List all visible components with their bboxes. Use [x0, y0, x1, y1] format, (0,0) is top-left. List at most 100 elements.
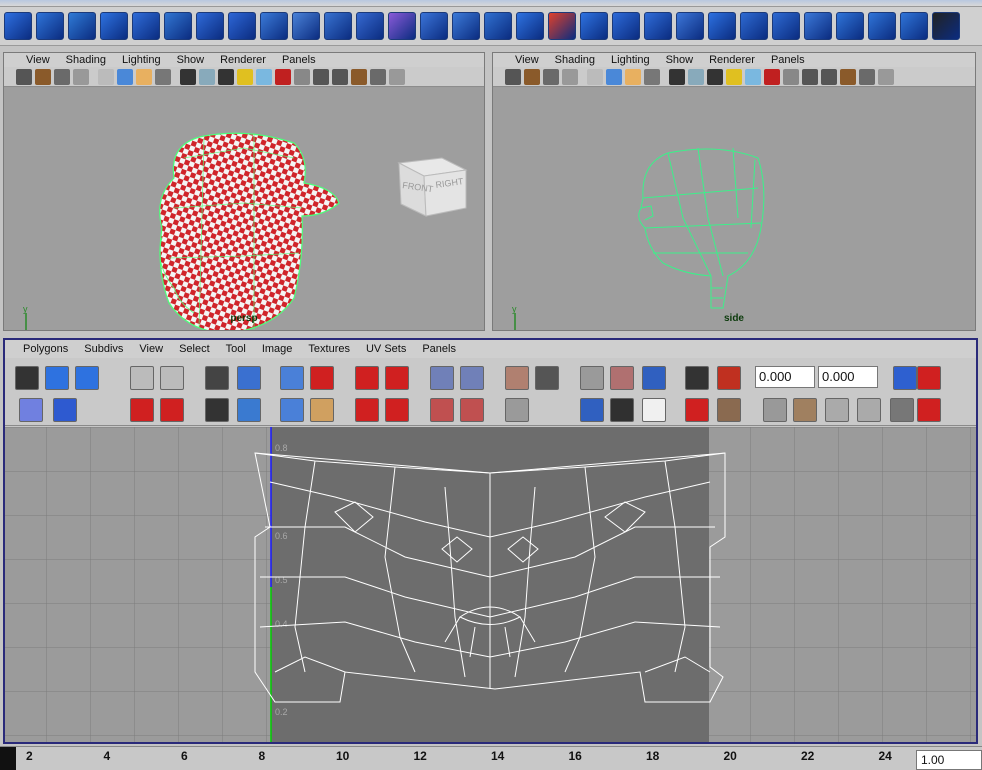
side-menu-shading[interactable]: Shading [547, 53, 603, 67]
extrude-icon[interactable] [612, 12, 640, 40]
extract-icon[interactable] [324, 12, 352, 40]
side-head-wireframe[interactable] [638, 147, 765, 309]
torus-icon[interactable] [132, 12, 160, 40]
side-canvas[interactable]: y z side [493, 88, 975, 330]
uv-tool-13-icon[interactable] [460, 366, 484, 390]
uv-menu-select[interactable]: Select [171, 343, 218, 355]
persp-tool-16-icon[interactable] [313, 68, 329, 85]
persp-menu-shading[interactable]: Shading [58, 53, 114, 67]
uv-tool-18-icon[interactable] [642, 366, 666, 390]
side-tool-4-icon[interactable] [562, 68, 578, 85]
side-tool-8-icon[interactable] [644, 68, 660, 85]
side-tool-3-icon[interactable] [543, 68, 559, 85]
side-menu-show[interactable]: Show [658, 53, 702, 67]
uv-tool-38-icon[interactable] [642, 398, 666, 422]
side-tool-5-icon[interactable] [587, 68, 603, 85]
uv-tool-4-icon[interactable] [130, 366, 154, 390]
shelf-tab-strip[interactable] [0, 0, 982, 7]
side-tool-17-icon[interactable] [821, 68, 837, 85]
uv-tool-31-icon[interactable] [355, 398, 379, 422]
checker-icon[interactable] [932, 12, 960, 40]
v-value-field[interactable]: 0.000 [818, 366, 878, 388]
persp-tool-6-icon[interactable] [117, 68, 133, 85]
side-tool-6-icon[interactable] [606, 68, 622, 85]
time-slider[interactable]: 2 4 6 8 10 12 14 16 18 20 22 24 1.00 [0, 746, 982, 770]
combine-icon[interactable] [260, 12, 288, 40]
persp-tool-1-icon[interactable] [16, 68, 32, 85]
side-tool-9-icon[interactable] [669, 68, 685, 85]
uv-tool-26-icon[interactable] [160, 398, 184, 422]
uv-tool-43-icon[interactable] [825, 398, 849, 422]
persp-tool-17-icon[interactable] [332, 68, 348, 85]
cone-icon[interactable] [68, 12, 96, 40]
uv-menu-textures[interactable]: Textures [300, 343, 358, 355]
uv-menu-uv-sets[interactable]: UV Sets [358, 343, 414, 355]
uv-tool-41-icon[interactable] [763, 398, 787, 422]
current-time-marker[interactable] [0, 747, 16, 770]
plane-icon[interactable] [100, 12, 128, 40]
side-menu-view[interactable]: View [507, 53, 547, 67]
uv-tool-28-icon[interactable] [237, 398, 261, 422]
uv-tool-27-icon[interactable] [205, 398, 229, 422]
separate-icon[interactable] [292, 12, 320, 40]
persp-tool-14-icon[interactable] [275, 68, 291, 85]
uv-tool-22-icon[interactable] [917, 366, 941, 390]
uv-tool-35-icon[interactable] [505, 398, 529, 422]
uv-tool-21-icon[interactable] [893, 366, 917, 390]
side-tool-12-icon[interactable] [726, 68, 742, 85]
persp-tool-18-icon[interactable] [351, 68, 367, 85]
pyramid-icon[interactable] [164, 12, 192, 40]
uv-tool-44-icon[interactable] [857, 398, 881, 422]
persp-viewport[interactable]: View Shading Lighting Show Renderer Pane… [3, 52, 485, 331]
checkered-head-mesh[interactable] [159, 132, 340, 330]
uv-tool-7-icon[interactable] [237, 366, 261, 390]
uv-menu-view[interactable]: View [131, 343, 171, 355]
persp-menu-view[interactable]: View [18, 53, 58, 67]
uv-tool-9-icon[interactable] [310, 366, 334, 390]
side-tool-19-icon[interactable] [859, 68, 875, 85]
uv-tool-40-icon[interactable] [717, 398, 741, 422]
auto-map-icon[interactable] [900, 12, 928, 40]
persp-tool-12-icon[interactable] [237, 68, 253, 85]
uv-tool-32-icon[interactable] [385, 398, 409, 422]
bevel-icon[interactable] [484, 12, 512, 40]
persp-tool-11-icon[interactable] [218, 68, 234, 85]
split-icon[interactable] [580, 12, 608, 40]
uv-tool-39-icon[interactable] [685, 398, 709, 422]
side-tool-10-icon[interactable] [688, 68, 704, 85]
uv-tool-36-icon[interactable] [580, 398, 604, 422]
uv-tool-19-icon[interactable] [685, 366, 709, 390]
merge-icon[interactable] [708, 12, 736, 40]
persp-tool-3-icon[interactable] [54, 68, 70, 85]
uv-tool-25-icon[interactable] [130, 398, 154, 422]
cube-select-icon[interactable] [388, 12, 416, 40]
uv-tool-46-icon[interactable] [917, 398, 941, 422]
helix-icon[interactable] [228, 12, 256, 40]
uv-tool-34-icon[interactable] [460, 398, 484, 422]
uv-tool-11-icon[interactable] [385, 366, 409, 390]
uv-tool-17-icon[interactable] [610, 366, 634, 390]
persp-tool-2-icon[interactable] [35, 68, 51, 85]
bridge-icon[interactable] [516, 12, 544, 40]
uv-tool-16-icon[interactable] [580, 366, 604, 390]
grid-icon[interactable] [420, 12, 448, 40]
u-value-field[interactable]: 0.000 [755, 366, 815, 388]
playback-range-field[interactable]: 1.00 [916, 750, 982, 770]
uv-tool-20-icon[interactable] [717, 366, 741, 390]
uv-tool-29-icon[interactable] [280, 398, 304, 422]
uv-tool-6-icon[interactable] [205, 366, 229, 390]
uv-tool-10-icon[interactable] [355, 366, 379, 390]
uv-tool-1-icon[interactable] [15, 366, 39, 390]
side-tool-16-icon[interactable] [802, 68, 818, 85]
poke-icon[interactable] [676, 12, 704, 40]
persp-menu-lighting[interactable]: Lighting [114, 53, 169, 67]
normals-icon[interactable] [772, 12, 800, 40]
side-menu-renderer[interactable]: Renderer [701, 53, 763, 67]
collapse-icon[interactable] [740, 12, 768, 40]
uv-tool-8-icon[interactable] [280, 366, 304, 390]
planar-map-icon[interactable] [804, 12, 832, 40]
side-menu-lighting[interactable]: Lighting [603, 53, 658, 67]
persp-tool-20-icon[interactable] [389, 68, 405, 85]
uv-tool-15-icon[interactable] [535, 366, 559, 390]
uv-menu-polygons[interactable]: Polygons [15, 343, 76, 355]
